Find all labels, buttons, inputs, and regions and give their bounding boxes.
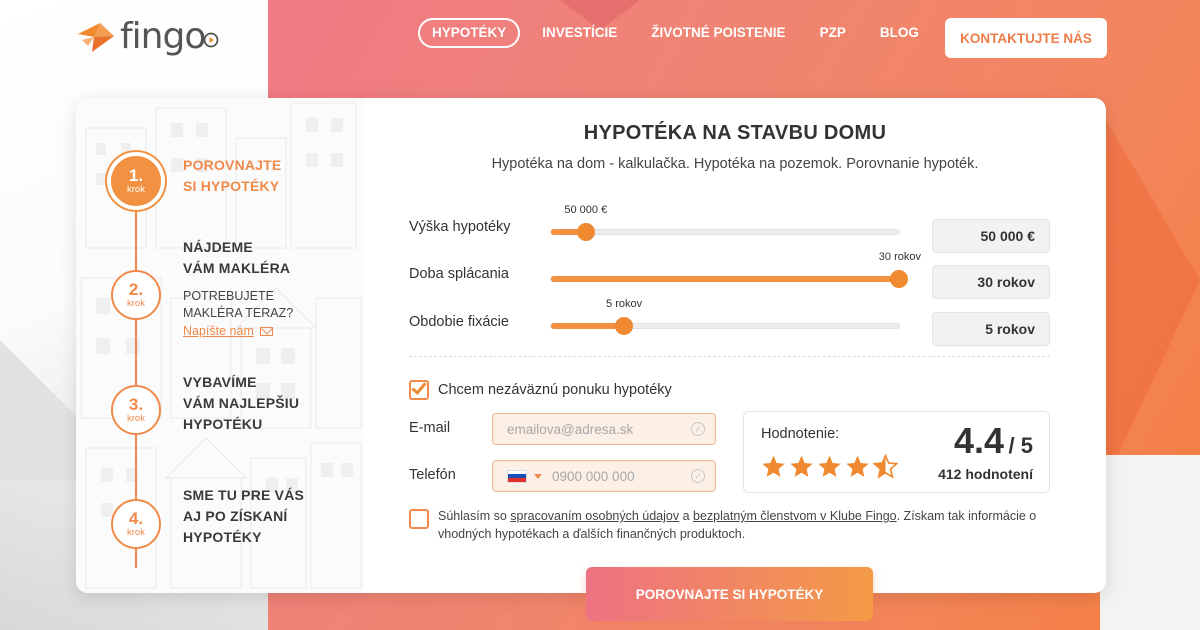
step-note-line: MAKLÉRA TERAZ? [183, 306, 294, 320]
steps-panel: 1. krok POROVNAJTE SI HYPOTÉKY 2. krok N… [76, 98, 364, 593]
step-1-title: POROVNAJTE SI HYPOTÉKY [183, 155, 281, 197]
step-title-line: AJ PO ZÍSKANÍ [183, 508, 288, 524]
step-title-line: SI HYPOTÉKY [183, 178, 280, 194]
fingo-logo[interactable]: fingo [78, 16, 219, 57]
star-icon [790, 455, 813, 477]
chevron-down-icon[interactable] [534, 473, 542, 479]
rating-stars [761, 454, 901, 479]
slider-tooltip: 50 000 € [564, 204, 608, 216]
consent-checkbox[interactable] [409, 509, 429, 529]
rating-count: 412 hodnotení [938, 466, 1033, 482]
form-divider [409, 356, 1050, 357]
fixation-period-slider[interactable]: 5 rokov [550, 298, 900, 335]
check-circle-icon: ✓ [691, 469, 705, 483]
consent-prefix: Súhlasím so [438, 509, 511, 523]
slider-thumb[interactable] [576, 223, 595, 241]
step-krok-label: krok [127, 184, 145, 195]
slider-tooltip: 30 rokov [878, 251, 921, 263]
step-krok-label: krok [127, 527, 145, 538]
rating-box: Hodnotenie: 4.4 / 5 412 hodnotení [743, 411, 1050, 493]
rating-score-max: / 5 [1008, 433, 1033, 458]
step-title-line: VÁM NAJLEPŠIU [183, 395, 300, 411]
slovakia-flag-icon[interactable] [507, 469, 527, 483]
consent-text: Súhlasím so spracovaním osobných údajov … [438, 507, 1038, 543]
phone-field[interactable]: 0900 000 000 ✓ [492, 460, 716, 492]
background-corner [1100, 455, 1200, 630]
star-icon [818, 455, 841, 477]
background-facet [1106, 120, 1200, 480]
mail-icon [259, 327, 273, 337]
step-3-title: VYBAVÍME VÁM NAJLEPŠIU HYPOTÉKU [183, 372, 299, 435]
contact-us-button[interactable]: KONTAKTUJTE NÁS [945, 18, 1107, 58]
phone-placeholder: 0900 000 000 [552, 468, 635, 484]
step-title-line: VYBAVÍME [183, 374, 257, 390]
step-number: 2. [128, 280, 144, 299]
step-number: 1. [128, 166, 144, 185]
loan-amount-value[interactable]: 50 000 € [932, 219, 1050, 253]
compare-mortgages-button[interactable]: POROVNAJTE SI HYPOTÉKY [586, 567, 873, 621]
logo-play-icon [203, 32, 219, 48]
step-number: 4. [128, 509, 144, 528]
star-icon [762, 455, 785, 477]
step-1-badge: 1. krok [111, 156, 161, 206]
consent-middle: a [679, 509, 694, 523]
step-3-badge: 3. krok [111, 385, 161, 435]
main-nav: HYPOTÉKY INVESTÍCIE ŽIVOTNÉ POISTENIE PZ… [418, 18, 953, 48]
step-title-line: SME TU PRE VÁS [183, 487, 305, 503]
club-fingo-link[interactable]: bezplatným členstvom v Klube Fingo [693, 509, 897, 523]
write-us-link-label: Napíšte nám [183, 324, 254, 338]
step-4-badge: 4. krok [111, 499, 161, 549]
step-2-title: NÁJDEME VÁM MAKLÉRA [183, 237, 290, 279]
nav-item-blog[interactable]: BLOG [880, 18, 919, 48]
rating-label: Hodnotenie: [761, 426, 840, 442]
email-field[interactable]: emailova@adresa.sk ✓ [492, 413, 716, 445]
fixation-period-value[interactable]: 5 rokov [932, 312, 1050, 346]
offer-checkbox-label: Chcem nezáväznú ponuku hypotéky [438, 382, 672, 398]
fixation-period-label: Obdobie fixácie [409, 314, 509, 330]
slider-tooltip: 5 rokov [606, 298, 643, 310]
step-title-line: POROVNAJTE [183, 157, 282, 173]
phone-label: Telefón [409, 467, 456, 483]
offer-checkbox[interactable] [409, 379, 429, 400]
nav-item-hypoteky[interactable]: HYPOTÉKY [418, 18, 521, 48]
form-title: HYPOTÉKA NA STAVBU DOMU [583, 122, 887, 144]
star-icon [846, 455, 869, 477]
step-title-line: HYPOTÉKY [183, 529, 262, 545]
email-placeholder: emailova@adresa.sk [507, 421, 634, 437]
step-krok-label: krok [127, 413, 145, 424]
nav-item-zivotne-poistenie[interactable]: ŽIVOTNÉ POISTENIE [651, 18, 785, 48]
check-circle-icon: ✓ [691, 422, 705, 436]
repayment-period-value[interactable]: 30 rokov [932, 265, 1050, 299]
step-4-title: SME TU PRE VÁS AJ PO ZÍSKANÍ HYPOTÉKY [183, 485, 304, 548]
write-us-link[interactable]: Napíšte nám [183, 324, 273, 338]
slider-fill [551, 276, 899, 282]
slider-thumb[interactable] [615, 317, 634, 335]
repayment-period-label: Doba splácania [409, 266, 509, 282]
step-title-line: VÁM MAKLÉRA [183, 260, 291, 276]
loan-amount-label: Výška hypotéky [409, 219, 511, 235]
form-subtitle: Hypotéka na dom - kalkulačka. Hypotéka n… [491, 156, 979, 172]
step-krok-label: krok [127, 298, 145, 309]
rating-score: 4.4 / 5 [954, 420, 1033, 462]
step-title-line: HYPOTÉKU [183, 416, 263, 432]
loan-amount-slider[interactable]: 50 000 € [550, 204, 900, 241]
rating-score-value: 4.4 [954, 420, 1005, 461]
step-2-note: POTREBUJETE MAKLÉRA TERAZ? [183, 288, 293, 322]
slider-thumb[interactable] [890, 270, 908, 288]
checkmark-icon [411, 379, 427, 395]
calculator-card: 1. krok POROVNAJTE SI HYPOTÉKY 2. krok N… [76, 98, 1106, 621]
personal-data-link[interactable]: spracovaním osobných údajov [510, 509, 679, 523]
nav-item-investicie[interactable]: INVESTÍCIE [542, 18, 617, 48]
logo-bird-icon [78, 20, 116, 54]
step-2-badge: 2. krok [111, 270, 161, 320]
logo-text: fingo [120, 16, 206, 57]
repayment-period-slider[interactable]: 30 rokov [550, 251, 921, 288]
step-title-line: NÁJDEME [183, 239, 253, 255]
nav-item-pzp[interactable]: PZP [820, 18, 846, 48]
email-label: E-mail [409, 420, 451, 436]
half-star-icon [873, 454, 898, 479]
slider-fill [551, 323, 625, 329]
step-note-line: POTREBUJETE [183, 289, 274, 303]
step-number: 3. [128, 395, 144, 414]
